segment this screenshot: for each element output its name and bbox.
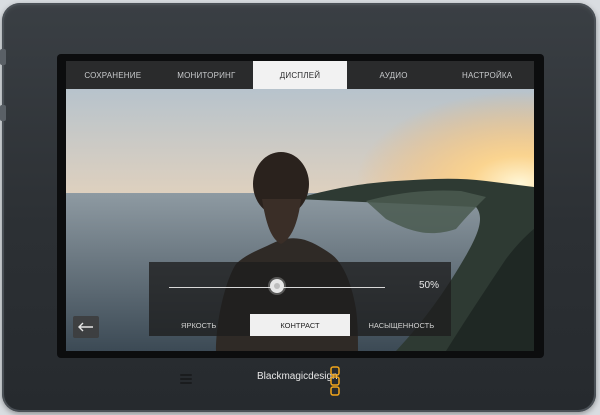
side-button-top[interactable] [0,49,6,65]
tab-display[interactable]: ДИСПЛЕЙ [253,61,347,89]
back-arrow-icon [78,322,93,332]
slider-value: 50% [418,280,439,291]
main-tab-bar: СОХРАНЕНИЕ МОНИТОРИНГ ДИСПЛЕЙ АУДИО НАСТ… [66,61,534,89]
contrast-control-panel: 50% ЯРКОСТЬ КОНТРАСТ НАСЫЩЕННОСТЬ [149,262,451,336]
speaker-grille-icon [180,374,192,388]
brand-name: Blackmagicdesign [257,371,338,382]
subtab-saturation[interactable]: НАСЫЩЕННОСТЬ [352,314,451,336]
subtab-brightness[interactable]: ЯРКОСТЬ [149,314,248,336]
blackmagic-logo-icon [330,366,340,396]
display-setting-tabs: ЯРКОСТЬ КОНТРАСТ НАСЫЩЕННОСТЬ [149,314,451,336]
touchscreen: СОХРАНЕНИЕ МОНИТОРИНГ ДИСПЛЕЙ АУДИО НАСТ… [66,61,534,351]
side-button-bottom[interactable] [0,105,6,121]
tab-monitoring[interactable]: МОНИТОРИНГ [160,61,254,89]
brand-logo: Blackmagicdesign [257,371,338,382]
slider-handle[interactable] [270,279,284,293]
subtab-contrast[interactable]: КОНТРАСТ [250,314,350,336]
tab-saving[interactable]: СОХРАНЕНИЕ [66,61,160,89]
tab-audio[interactable]: АУДИО [347,61,441,89]
tab-setup[interactable]: НАСТРОЙКА [440,61,534,89]
back-button[interactable] [73,316,99,338]
